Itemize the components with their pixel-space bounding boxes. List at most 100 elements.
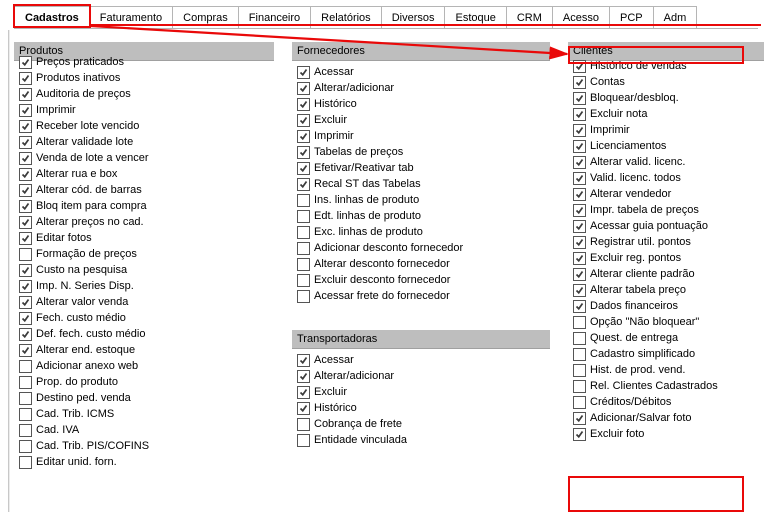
checkbox-unchecked-icon[interactable] (297, 290, 310, 303)
checkbox-checked-icon[interactable] (573, 156, 586, 169)
checkbox-unchecked-icon[interactable] (19, 440, 32, 453)
perm-item[interactable]: Alterar valid. licenc. (573, 154, 764, 170)
perm-item[interactable]: Bloquear/desbloq. (573, 90, 764, 106)
checkbox-checked-icon[interactable] (19, 344, 32, 357)
tab-adm[interactable]: Adm (653, 6, 698, 28)
checkbox-checked-icon[interactable] (19, 328, 32, 341)
perm-item[interactable]: Destino ped. venda (19, 390, 269, 406)
checkbox-checked-icon[interactable] (297, 386, 310, 399)
checkbox-checked-icon[interactable] (573, 124, 586, 137)
checkbox-checked-icon[interactable] (297, 162, 310, 175)
checkbox-checked-icon[interactable] (19, 280, 32, 293)
checkbox-checked-icon[interactable] (573, 252, 586, 265)
perm-item[interactable]: Cobrança de frete (297, 416, 545, 432)
checkbox-checked-icon[interactable] (19, 264, 32, 277)
perm-item[interactable]: Contas (573, 74, 764, 90)
checkbox-unchecked-icon[interactable] (19, 376, 32, 389)
perm-item[interactable]: Hist. de prod. vend. (573, 362, 764, 378)
checkbox-checked-icon[interactable] (297, 114, 310, 127)
perm-item[interactable]: Alterar/adicionar (297, 368, 545, 384)
checkbox-unchecked-icon[interactable] (573, 348, 586, 361)
perm-item[interactable]: Alterar desconto fornecedor (297, 256, 545, 272)
perm-item[interactable]: Excluir desconto fornecedor (297, 272, 545, 288)
checkbox-checked-icon[interactable] (297, 130, 310, 143)
perm-item[interactable]: Alterar preços no cad. (19, 214, 269, 230)
checkbox-checked-icon[interactable] (297, 402, 310, 415)
checkbox-unchecked-icon[interactable] (19, 424, 32, 437)
checkbox-checked-icon[interactable] (19, 88, 32, 101)
perm-item[interactable]: Valid. licenc. todos (573, 170, 764, 186)
perm-item[interactable]: Edt. linhas de produto (297, 208, 545, 224)
perm-item[interactable]: Editar unid. forn. (19, 454, 269, 470)
perm-item[interactable]: Dados financeiros (573, 298, 764, 314)
perm-item[interactable]: Alterar tabela preço (573, 282, 764, 298)
perm-item[interactable]: Imprimir (19, 102, 269, 118)
checkbox-checked-icon[interactable] (297, 178, 310, 191)
perm-item[interactable]: Adicionar/Salvar foto (573, 410, 764, 426)
perm-item[interactable]: Licenciamentos (573, 138, 764, 154)
checkbox-unchecked-icon[interactable] (19, 392, 32, 405)
perm-item[interactable]: Ins. linhas de produto (297, 192, 545, 208)
checkbox-unchecked-icon[interactable] (297, 194, 310, 207)
checkbox-unchecked-icon[interactable] (297, 258, 310, 271)
checkbox-unchecked-icon[interactable] (297, 242, 310, 255)
checkbox-checked-icon[interactable] (573, 108, 586, 121)
checkbox-unchecked-icon[interactable] (19, 408, 32, 421)
perm-item[interactable]: Excluir (297, 384, 545, 400)
perm-item[interactable]: Acessar (297, 352, 545, 368)
checkbox-unchecked-icon[interactable] (297, 226, 310, 239)
perm-item[interactable]: Exc. linhas de produto (297, 224, 545, 240)
checkbox-unchecked-icon[interactable] (573, 396, 586, 409)
checkbox-checked-icon[interactable] (573, 76, 586, 89)
checkbox-checked-icon[interactable] (19, 200, 32, 213)
checkbox-unchecked-icon[interactable] (297, 418, 310, 431)
checkbox-checked-icon[interactable] (19, 184, 32, 197)
perm-item[interactable]: Alterar cód. de barras (19, 182, 269, 198)
checkbox-checked-icon[interactable] (573, 220, 586, 233)
checkbox-unchecked-icon[interactable] (297, 434, 310, 447)
checkbox-checked-icon[interactable] (19, 312, 32, 325)
perm-item[interactable]: Imprimir (573, 122, 764, 138)
checkbox-checked-icon[interactable] (573, 140, 586, 153)
perm-item[interactable]: Alterar/adicionar (297, 80, 545, 96)
tab-diversos[interactable]: Diversos (381, 6, 446, 28)
checkbox-checked-icon[interactable] (19, 72, 32, 85)
checkbox-checked-icon[interactable] (297, 82, 310, 95)
checkbox-unchecked-icon[interactable] (297, 274, 310, 287)
perm-item[interactable]: Preços praticados (19, 54, 269, 70)
perm-item[interactable]: Histórico (297, 400, 545, 416)
perm-item[interactable]: Histórico de vendas (573, 58, 764, 74)
checkbox-checked-icon[interactable] (297, 370, 310, 383)
perm-item[interactable]: Rel. Clientes Cadastrados (573, 378, 764, 394)
perm-item[interactable]: Tabelas de preços (297, 144, 545, 160)
perm-item[interactable]: Excluir (297, 112, 545, 128)
checkbox-checked-icon[interactable] (297, 66, 310, 79)
tab-pcp[interactable]: PCP (609, 6, 654, 28)
checkbox-checked-icon[interactable] (19, 168, 32, 181)
perm-item[interactable]: Efetivar/Reativar tab (297, 160, 545, 176)
perm-item[interactable]: Bloq item para compra (19, 198, 269, 214)
checkbox-checked-icon[interactable] (573, 188, 586, 201)
checkbox-checked-icon[interactable] (297, 98, 310, 111)
checkbox-unchecked-icon[interactable] (573, 316, 586, 329)
perm-item[interactable]: Excluir foto (573, 426, 764, 442)
tab-estoque[interactable]: Estoque (444, 6, 506, 28)
perm-item[interactable]: Excluir nota (573, 106, 764, 122)
checkbox-checked-icon[interactable] (19, 152, 32, 165)
checkbox-checked-icon[interactable] (573, 172, 586, 185)
perm-item[interactable]: Acessar guia pontuação (573, 218, 764, 234)
perm-item[interactable]: Acessar (297, 64, 545, 80)
checkbox-unchecked-icon[interactable] (19, 456, 32, 469)
checkbox-unchecked-icon[interactable] (573, 364, 586, 377)
perm-item[interactable]: Custo na pesquisa (19, 262, 269, 278)
perm-item[interactable]: Auditoria de preços (19, 86, 269, 102)
perm-item[interactable]: Def. fech. custo médio (19, 326, 269, 342)
perm-item[interactable]: Opção "Não bloquear" (573, 314, 764, 330)
perm-item[interactable]: Alterar valor venda (19, 294, 269, 310)
checkbox-checked-icon[interactable] (297, 354, 310, 367)
tab-cadastros[interactable]: Cadastros (14, 6, 90, 28)
checkbox-unchecked-icon[interactable] (19, 360, 32, 373)
checkbox-unchecked-icon[interactable] (573, 380, 586, 393)
checkbox-unchecked-icon[interactable] (573, 332, 586, 345)
perm-item[interactable]: Alterar end. estoque (19, 342, 269, 358)
